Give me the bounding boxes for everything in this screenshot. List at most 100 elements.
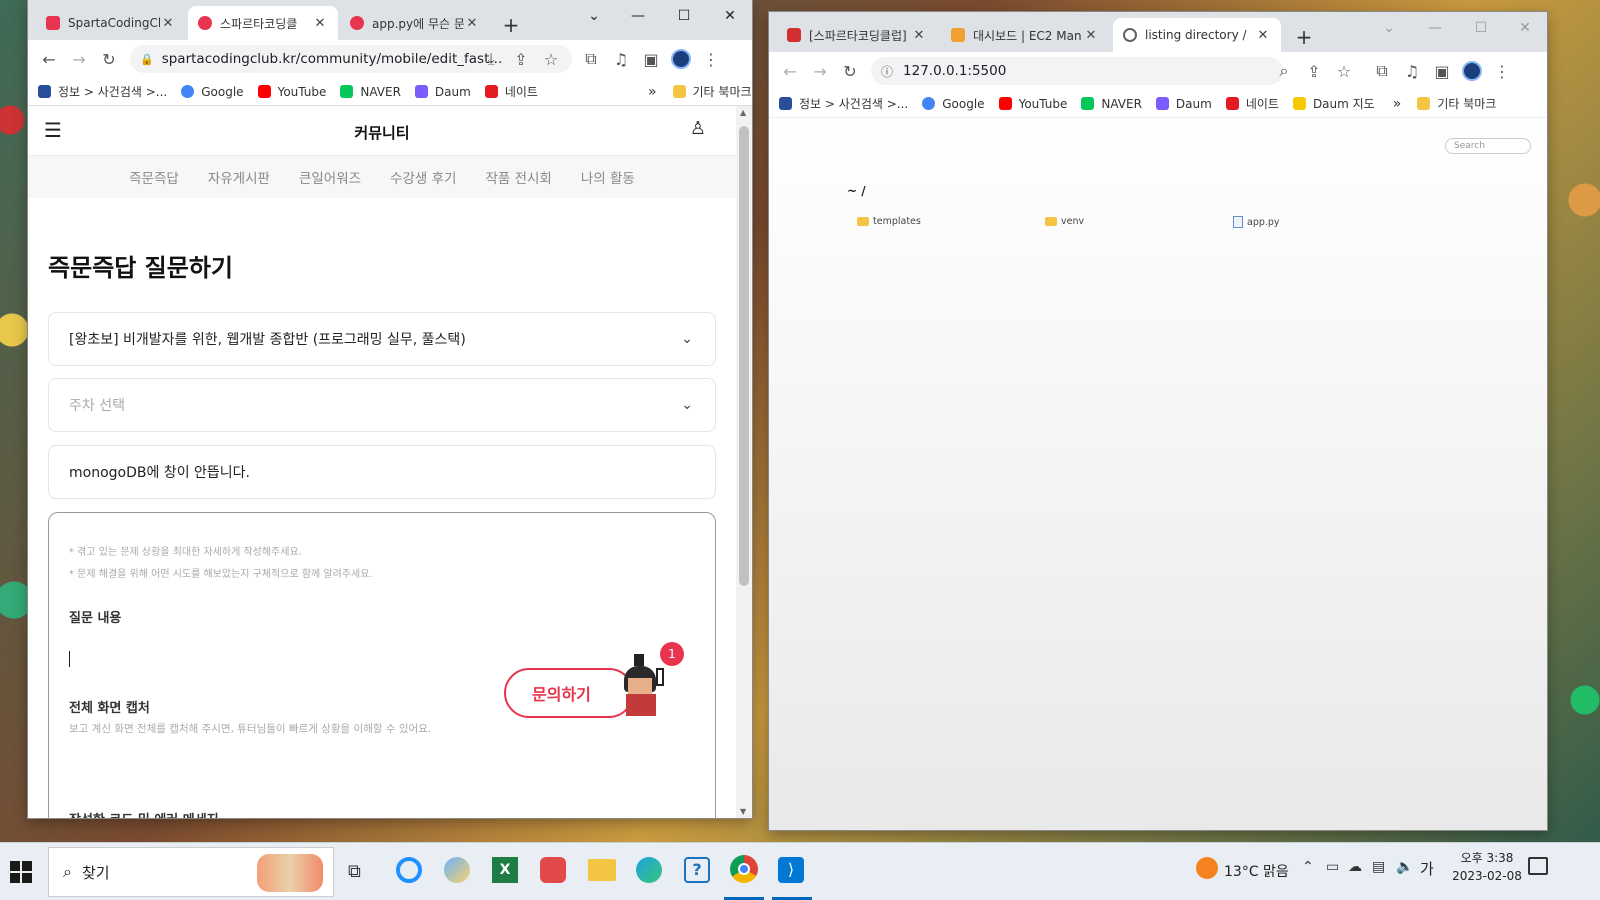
bookmark-nate[interactable]: 네이트: [1225, 95, 1279, 112]
share-icon[interactable]: ⇪: [1299, 56, 1329, 86]
sidepanel-icon[interactable]: ▣: [1427, 56, 1457, 86]
paint-icon[interactable]: [444, 857, 470, 883]
network-icon[interactable]: ▤: [1372, 859, 1385, 875]
ime-indicator[interactable]: 가: [1420, 858, 1434, 879]
tab-search-button[interactable]: ⌄: [1369, 12, 1409, 44]
close-icon[interactable]: ✕: [1083, 28, 1099, 43]
share-icon[interactable]: ⇪: [506, 44, 536, 74]
minimize-button[interactable]: —: [1415, 12, 1455, 44]
chrome-icon[interactable]: [730, 855, 758, 883]
extensions-icon[interactable]: ⧉: [1367, 56, 1397, 86]
task-view-icon[interactable]: ⧉: [348, 861, 361, 882]
back-icon[interactable]: ←: [34, 44, 64, 74]
mascot-character-icon[interactable]: [616, 654, 668, 718]
bookmark-item[interactable]: 정보 > 사건검색 >...: [779, 95, 908, 112]
maximize-button[interactable]: ☐: [1461, 12, 1501, 44]
other-bookmarks[interactable]: 기타 북마크: [1417, 95, 1496, 112]
bookmark-nate[interactable]: 네이트: [484, 83, 538, 100]
bookmark-item[interactable]: 정보 > 사건검색 >...: [38, 83, 167, 100]
star-icon[interactable]: ☆: [536, 44, 566, 74]
new-tab-button[interactable]: +: [496, 10, 526, 40]
start-button[interactable]: [10, 861, 32, 883]
address-bar[interactable]: ⓘ 127.0.0.1:5500: [871, 57, 1283, 85]
tab-sparta-1[interactable]: SpartaCodingClu ✕: [36, 6, 186, 40]
bookmark-naver[interactable]: NAVER: [340, 85, 401, 99]
zoom-icon[interactable]: ⌕: [1269, 56, 1299, 86]
tab-sparta-2[interactable]: 스파르타코딩클 ✕: [188, 6, 338, 40]
sidepanel-icon[interactable]: ▣: [636, 44, 666, 74]
media-icon[interactable]: ♫: [606, 44, 636, 74]
nav-item[interactable]: 자유게시판: [208, 167, 270, 187]
tab-sparta[interactable]: [스파르타코딩클럽] ✕: [777, 18, 937, 52]
tab-search-button[interactable]: ⌄: [574, 0, 614, 32]
reload-icon[interactable]: ↻: [835, 56, 865, 86]
internet-explorer-icon[interactable]: [396, 857, 422, 883]
nav-item[interactable]: 작품 전시회: [485, 167, 551, 187]
scroll-up-arrow-icon[interactable]: ▲: [740, 108, 746, 117]
profile-avatar[interactable]: [666, 44, 696, 74]
bookmark-naver[interactable]: NAVER: [1081, 97, 1142, 111]
notification-center-icon[interactable]: [1528, 857, 1548, 875]
search-input[interactable]: Search: [1445, 138, 1531, 154]
nav-item[interactable]: 수강생 후기: [390, 167, 456, 187]
menu-icon[interactable]: ⋮: [696, 44, 726, 74]
more-bookmarks-chevron[interactable]: »: [1393, 96, 1402, 112]
course-select[interactable]: [왕초보] 비개발자를 위한, 웹개발 종합반 (프로그래밍 실무, 풀스택) …: [48, 312, 716, 366]
edge-icon[interactable]: [636, 857, 662, 883]
help-app-icon[interactable]: ?: [684, 857, 710, 883]
question-title-input[interactable]: monogoDB에 창이 안뜹니다.: [48, 445, 716, 499]
vscode-icon[interactable]: ⟩: [778, 857, 804, 883]
onedrive-cloud-icon[interactable]: ☁: [1348, 859, 1362, 875]
volume-icon[interactable]: 🔈: [1396, 859, 1413, 875]
forward-icon[interactable]: →: [64, 44, 94, 74]
close-window-button[interactable]: ✕: [710, 0, 750, 32]
page-scrollbar[interactable]: ▲ ▼: [736, 106, 752, 818]
inquiry-button[interactable]: 문의하기: [504, 668, 634, 718]
bookmark-google[interactable]: Google: [181, 85, 244, 99]
close-icon[interactable]: ✕: [160, 16, 176, 31]
excel-icon[interactable]: X: [492, 857, 518, 883]
taskbar-search-box[interactable]: ⌕ 찾기: [48, 847, 334, 897]
tab-listing-directory[interactable]: listing directory / ✕: [1113, 18, 1281, 52]
close-window-button[interactable]: ✕: [1505, 12, 1545, 44]
scroll-down-arrow-icon[interactable]: ▼: [740, 807, 746, 816]
bookmark-daum[interactable]: Daum: [1155, 97, 1212, 111]
bookmark-youtube[interactable]: YouTube: [998, 97, 1067, 111]
media-icon[interactable]: ♫: [1397, 56, 1427, 86]
star-icon[interactable]: ☆: [1329, 56, 1359, 86]
week-select[interactable]: 주차 선택 ⌄: [48, 378, 716, 432]
minimize-button[interactable]: —: [618, 0, 658, 32]
nav-item[interactable]: 나의 활동: [581, 167, 635, 187]
clock-date[interactable]: 2023-02-08: [1444, 869, 1530, 883]
other-bookmarks[interactable]: 기타 북마크: [672, 83, 752, 100]
close-icon[interactable]: ✕: [464, 16, 480, 31]
file-entry[interactable]: templates: [857, 216, 921, 227]
forward-icon[interactable]: →: [805, 56, 835, 86]
close-icon[interactable]: ✕: [1255, 28, 1271, 43]
tab-ec2-dashboard[interactable]: 대시보드 | EC2 Man ✕: [941, 18, 1109, 52]
clock-time[interactable]: 오후 3:38: [1452, 849, 1522, 866]
tab-app-py[interactable]: app.py에 무슨 문 ✕: [340, 6, 490, 40]
bookmark-google[interactable]: Google: [922, 97, 985, 111]
bookmark-daum-map[interactable]: Daum 지도: [1292, 95, 1375, 112]
back-icon[interactable]: ←: [775, 56, 805, 86]
file-entry[interactable]: venv: [1045, 216, 1084, 227]
close-icon[interactable]: ✕: [312, 16, 328, 31]
profile-avatar[interactable]: [1457, 56, 1487, 86]
camera-tray-icon[interactable]: ▭: [1326, 859, 1339, 875]
reload-icon[interactable]: ↻: [94, 44, 124, 74]
maximize-button[interactable]: ☐: [664, 0, 704, 32]
weather-text[interactable]: 13°C 맑음: [1224, 861, 1289, 881]
pdf-app-icon[interactable]: [540, 857, 566, 883]
file-explorer-icon[interactable]: [588, 859, 616, 881]
close-icon[interactable]: ✕: [911, 28, 927, 43]
file-entry[interactable]: app.py: [1233, 216, 1280, 228]
extensions-icon[interactable]: ⧉: [576, 44, 606, 74]
new-tab-button[interactable]: +: [1289, 22, 1319, 52]
bookmark-daum[interactable]: Daum: [414, 85, 471, 99]
nav-item[interactable]: 큰일어워즈: [299, 167, 361, 187]
user-icon[interactable]: ♙: [690, 118, 706, 139]
more-bookmarks-chevron[interactable]: »: [648, 84, 657, 100]
nav-item[interactable]: 즉문즉답: [129, 167, 179, 187]
scroll-thumb[interactable]: [739, 126, 749, 586]
